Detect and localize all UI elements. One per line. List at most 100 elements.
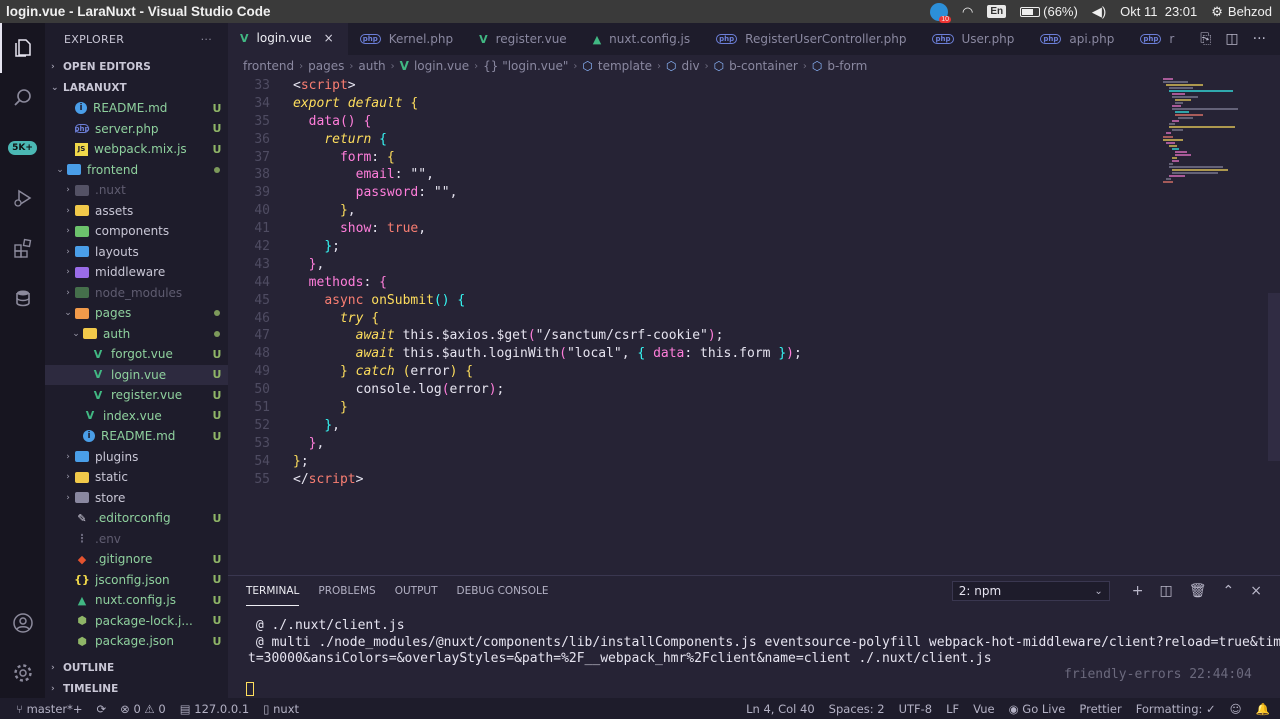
battery-indicator[interactable]: (66%) [1020, 4, 1078, 19]
file-item[interactable]: ◆ .gitignore U [45, 549, 228, 570]
editor-tab[interactable]: php api.php [1028, 23, 1128, 55]
notification-icon[interactable]: 10 [930, 2, 952, 23]
breadcrumb-item[interactable]: pages [308, 59, 344, 73]
breadcrumb-item[interactable]: login.vue [414, 59, 469, 73]
database-icon[interactable] [0, 273, 45, 323]
folder-item[interactable]: ⌄ auth [45, 324, 228, 345]
tab-debug-console[interactable]: DEBUG CONSOLE [457, 576, 549, 606]
terminal-select[interactable]: 2: npm ⌄ [951, 581, 1110, 601]
file-item[interactable]: php server.php U [45, 119, 228, 140]
close-panel-icon[interactable]: × [1250, 583, 1262, 599]
editor-scrollbar[interactable] [1268, 293, 1280, 461]
folder-item[interactable]: › .nuxt [45, 180, 228, 201]
maximize-panel-icon[interactable]: ⌃ [1223, 583, 1235, 599]
language-mode[interactable]: Vue [973, 702, 994, 716]
prettier-indicator[interactable]: Prettier [1079, 702, 1121, 716]
folder-item[interactable]: › store [45, 488, 228, 509]
end-of-line[interactable]: LF [946, 702, 959, 716]
trash-icon[interactable]: 🗑 [1189, 583, 1207, 599]
file-item[interactable]: Vforgot.vue U [45, 344, 228, 365]
folder-item[interactable]: ⌄ frontend [45, 160, 228, 181]
file-item[interactable]: ⬢ package-lock.j... U [45, 611, 228, 632]
problems-indicator[interactable]: ⊗ 0 ⚠ 0 [120, 702, 166, 716]
file-item[interactable]: i README.md U [45, 98, 228, 119]
minimap[interactable] [1163, 77, 1268, 197]
more-actions-icon[interactable]: ··· [1253, 31, 1266, 47]
file-item[interactable]: Vregister.vue U [45, 385, 228, 406]
cursor-position[interactable]: Ln 4, Col 40 [746, 702, 815, 716]
code-view[interactable]: 33 <script> 34 export default {35 data() {3… [228, 77, 1280, 488]
editor-tab[interactable]: php User.php [920, 23, 1028, 55]
folder-icon [75, 225, 89, 238]
bell-icon[interactable]: 🔔 [1256, 702, 1270, 716]
file-item[interactable]: JS webpack.mix.js U [45, 139, 228, 160]
file-item[interactable]: Vindex.vue U [45, 406, 228, 427]
explorer-icon[interactable] [0, 23, 45, 73]
close-icon[interactable]: × [324, 31, 334, 45]
breadcrumb-item[interactable]: b-container [729, 59, 798, 73]
file-item[interactable]: {} jsconfig.json U [45, 570, 228, 591]
wifi-icon[interactable]: ◠ [962, 4, 973, 20]
terminal-output[interactable]: @ ./.nuxt/client.js @ multi ./node_modul… [228, 606, 1280, 696]
source-control-icon[interactable]: 5K+ [0, 123, 45, 173]
tab-problems[interactable]: PROBLEMS [318, 576, 375, 606]
indentation[interactable]: Spaces: 2 [829, 702, 885, 716]
tab-output[interactable]: OUTPUT [395, 576, 438, 606]
folder-item[interactable]: › plugins [45, 447, 228, 468]
breadcrumb-item[interactable]: {} "login.vue" [483, 59, 568, 73]
keyboard-layout[interactable]: En [987, 5, 1007, 18]
folder-item[interactable]: ⌄ pages [45, 303, 228, 324]
breadcrumb-item[interactable]: template [598, 59, 652, 73]
tab-terminal[interactable]: TERMINAL [246, 576, 300, 606]
folder-item[interactable]: › middleware [45, 262, 228, 283]
breadcrumb-item[interactable]: auth [358, 59, 385, 73]
file-item[interactable]: ⋮ .env [45, 529, 228, 550]
more-actions-icon[interactable]: ··· [201, 33, 212, 46]
volume-icon[interactable]: ◀) [1092, 4, 1106, 20]
user-menu[interactable]: ⚙ Behzod [1211, 4, 1272, 20]
editor-tab[interactable]: ▲ nuxt.config.js [581, 23, 704, 55]
new-terminal-icon[interactable]: + [1132, 583, 1144, 599]
folder-item[interactable]: › components [45, 221, 228, 242]
folder-item[interactable]: › assets [45, 201, 228, 222]
breadcrumb-item[interactable]: b-form [827, 59, 867, 73]
host-indicator[interactable]: ▤ 127.0.0.1 [180, 702, 249, 716]
folder-item[interactable]: › static [45, 467, 228, 488]
editor-tab[interactable]: php r [1128, 23, 1178, 55]
account-icon[interactable] [0, 598, 45, 648]
outline-section[interactable]: › OUTLINE [45, 657, 228, 678]
folder-item[interactable]: › layouts [45, 242, 228, 263]
editor-tab[interactable]: php RegisterUserController.php [704, 23, 920, 55]
file-item[interactable]: ⬢ package.json U [45, 631, 228, 652]
split-editor-icon[interactable]: ◫ [1225, 31, 1238, 47]
editor-tab[interactable]: php Kernel.php [348, 23, 467, 55]
sync-icon[interactable]: ⟳ [97, 702, 107, 716]
file-item[interactable]: Vlogin.vue U [45, 364, 228, 385]
file-item[interactable]: ▲ nuxt.config.js U [45, 590, 228, 611]
line-text: console.log(error); [270, 381, 505, 399]
editor-tab[interactable]: Vlogin.vue × [228, 23, 348, 55]
feedback-icon[interactable]: ☺ [1230, 702, 1242, 716]
branch-indicator[interactable]: ⑂ master*+ [16, 702, 83, 716]
run-debug-icon[interactable] [0, 173, 45, 223]
extensions-icon[interactable] [0, 223, 45, 273]
formatting-indicator[interactable]: Formatting: ✓ [1136, 702, 1216, 716]
split-terminal-icon[interactable]: ◫ [1160, 583, 1173, 599]
timeline-section[interactable]: › TIMELINE [45, 678, 228, 699]
nuxt-indicator[interactable]: ▯ nuxt [263, 702, 299, 716]
editor-tab[interactable]: Vregister.vue [467, 23, 581, 55]
open-changes-icon[interactable]: ⎘ [1200, 31, 1211, 47]
breadcrumb-item[interactable]: div [682, 59, 700, 73]
clock[interactable]: Okt 11 23:01 [1120, 4, 1197, 19]
code-token: } [324, 417, 333, 433]
breadcrumb-item[interactable]: frontend [243, 59, 294, 73]
file-item[interactable]: i README.md U [45, 426, 228, 447]
manage-gear-icon[interactable] [0, 648, 45, 698]
search-icon[interactable] [0, 73, 45, 123]
open-editors-section[interactable]: › OPEN EDITORS [45, 56, 228, 77]
file-item[interactable]: ✎ .editorconfig U [45, 508, 228, 529]
encoding[interactable]: UTF-8 [899, 702, 933, 716]
project-section[interactable]: ⌄ LARANUXT [45, 77, 228, 98]
folder-item[interactable]: › node_modules [45, 283, 228, 304]
go-live-button[interactable]: ◉ Go Live [1009, 702, 1066, 716]
